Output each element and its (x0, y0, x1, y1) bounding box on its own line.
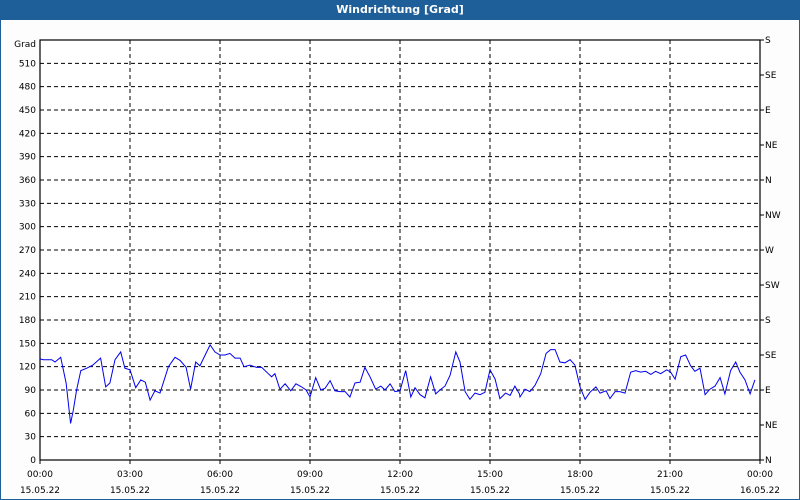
right-tick-label: N (765, 456, 772, 466)
right-tick-label: E (765, 386, 771, 396)
right-tick-label: W (765, 246, 774, 256)
y-tick-label: 270 (19, 246, 36, 256)
x-tick-time: 15:00 (477, 470, 503, 480)
x-tick-time: 12:00 (387, 470, 413, 480)
right-tick-label: SW (765, 281, 780, 291)
y-tick-label: 450 (19, 106, 36, 116)
right-tick-label: SE (765, 351, 777, 361)
x-tick-date: 15.05.22 (380, 486, 420, 496)
y-tick-label: 90 (25, 386, 37, 396)
y-tick-label: 480 (19, 83, 36, 93)
right-tick-label: E (765, 106, 771, 116)
y-tick-label: 420 (19, 129, 36, 139)
x-tick-date: 16.05.22 (740, 486, 780, 496)
x-tick-date: 15.05.22 (560, 486, 600, 496)
y-tick-label: 330 (19, 199, 36, 209)
right-tick-label: NE (765, 421, 778, 431)
right-tick-label: N (765, 176, 772, 186)
y-tick-label: 60 (25, 409, 37, 419)
x-tick-date: 15.05.22 (110, 486, 150, 496)
wind-direction-chart: 0 30 60 90 120 150 180 210 240 270 300 330 360 390 420… (14, 36, 781, 496)
x-tick-time: 03:00 (117, 470, 143, 480)
y-tick-label: 180 (19, 316, 36, 326)
y-tick-label: 510 (19, 59, 36, 69)
y-tick-label: 150 (19, 339, 36, 349)
right-tick-label: S (765, 316, 771, 326)
right-tick-label: SE (765, 71, 777, 81)
x-tick-date: 15.05.22 (200, 486, 240, 496)
y-tick-label: 120 (19, 363, 36, 373)
x-tick-date: 15.05.22 (20, 486, 60, 496)
x-tick-time: 21:00 (657, 470, 683, 480)
y-tick-label: 0 (30, 456, 36, 466)
y-tick-label: 300 (19, 223, 36, 233)
x-tick-time: 09:00 (297, 470, 323, 480)
y-tick-label: 390 (19, 153, 36, 163)
right-tick-label: NW (765, 211, 781, 221)
y-tick-label: 240 (19, 269, 36, 279)
y-tick-label: 360 (19, 176, 36, 186)
y-tick-label: 210 (19, 293, 36, 303)
y-axis-label: Grad (14, 40, 36, 50)
x-tick-time: 06:00 (207, 470, 233, 480)
x-tick-time: 00:00 (27, 470, 53, 480)
x-tick-time: 00:00 (747, 470, 773, 480)
right-tick-label: S (765, 36, 771, 46)
right-tick-label: NE (765, 141, 778, 151)
x-tick-time: 18:00 (567, 470, 593, 480)
x-tick-date: 15.05.22 (290, 486, 330, 496)
x-tick-date: 15.05.22 (470, 486, 510, 496)
x-tick-date: 15.05.22 (650, 486, 690, 496)
y-tick-label: 30 (25, 433, 37, 443)
